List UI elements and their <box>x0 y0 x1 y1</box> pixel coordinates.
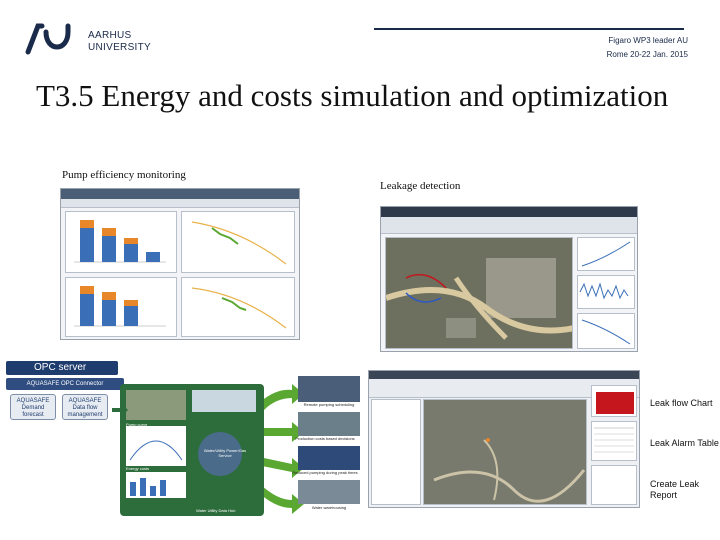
pump-bar-panel-1 <box>65 211 177 273</box>
leak-map-graphic <box>386 238 572 348</box>
green-arrow <box>262 458 304 478</box>
annotation-leak-flow-chart: Leak flow Chart <box>650 398 713 408</box>
leak-app-titlebar <box>369 371 639 379</box>
photo-label-4: Water warehousing <box>311 505 347 510</box>
photo-remote-pumping <box>298 376 360 402</box>
header-right-line1: Figaro WP3 leader AU <box>608 36 688 45</box>
pump-monitor-screenshot <box>60 188 300 340</box>
bar-blue <box>146 252 160 262</box>
opc-center-label-line2: Service <box>218 453 232 458</box>
pump-curve-chart-2 <box>191 287 287 329</box>
leak-chart-3 <box>577 313 635 349</box>
header-rule <box>374 28 684 30</box>
leak-alarm-table-panel <box>591 421 637 461</box>
opc-data-flow-box: AQUASAFE Data flow management <box>62 394 108 420</box>
photo-label-3: Reduced pumping during peak times <box>292 470 358 475</box>
bar-blue <box>102 300 116 326</box>
leak-app-map <box>423 399 587 505</box>
opc-chart-label-2: Energy costs <box>126 466 150 471</box>
university-name: AARHUS UNIVERSITY <box>88 30 151 54</box>
leak-app-screenshot <box>368 370 640 508</box>
pump-curve-panel-2 <box>181 277 295 337</box>
opc-demand-forecast-box: AQUASAFE Demand forecast <box>10 394 56 420</box>
university-name-line2: UNIVERSITY <box>88 42 152 53</box>
pump-bar-chart-2 <box>74 286 166 327</box>
bar-orange <box>102 228 116 236</box>
opc-map-thumbnail <box>126 390 186 420</box>
photo-label-1: Remote pumping scheduling <box>303 402 355 407</box>
leak-chart-2 <box>577 275 635 309</box>
leak-flow-chart-plot <box>596 392 634 414</box>
caption-pump: Pump efficiency monitoring <box>62 169 186 181</box>
bar-orange <box>102 292 116 300</box>
pump-window-titlebar <box>61 189 299 199</box>
photo-production-costs <box>298 412 360 436</box>
bar-blue <box>124 306 138 326</box>
opc-pump-curve-chart <box>126 426 186 466</box>
annotation-leak-alarm-table: Leak Alarm Table <box>650 438 719 448</box>
header-right-line2: Rome 20-22 Jan. 2015 <box>606 50 688 59</box>
aarhus-university-logo <box>25 23 71 55</box>
pump-curve-chart-1 <box>191 221 287 265</box>
bar-blue <box>124 244 138 262</box>
leak-app-tree-panel <box>371 399 421 505</box>
leakage-detection-screenshot <box>380 206 638 352</box>
annotation-create-leak-report: Create Leak Report <box>650 479 700 500</box>
caption-leakage: Leakage detection <box>380 180 461 192</box>
opc-architecture-graphic <box>112 376 360 516</box>
opc-footer-label: Water Utility Data Hub <box>196 508 236 513</box>
university-name-line1: AARHUS <box>88 30 132 41</box>
photo-label-2: Production costs based decisions <box>295 436 355 441</box>
photo-reduced-pumping <box>298 446 360 470</box>
opc-server-label: OPC server <box>6 361 118 375</box>
pump-bar-chart-1 <box>74 220 166 263</box>
bar-blue <box>80 294 94 326</box>
leak-window-toolbar <box>381 217 637 234</box>
leak-chart-1 <box>577 237 635 271</box>
bar-blue <box>102 236 116 262</box>
opc-dashboard-thumbnail <box>192 390 256 412</box>
bar-orange <box>124 300 138 306</box>
opc-chart-label-1: Pump curve <box>126 422 148 427</box>
leak-satellite-map <box>385 237 573 349</box>
opc-center-label: Water/Utility Power/Gas Service <box>188 448 262 458</box>
leak-window-titlebar <box>381 207 637 217</box>
pump-bar-panel-2 <box>65 277 177 337</box>
leak-flow-chart-panel <box>591 385 637 417</box>
pump-window-toolbar <box>61 199 299 208</box>
bar-orange <box>80 220 94 228</box>
header-right: Figaro WP3 leader AU Rome 20-22 Jan. 201… <box>560 34 688 62</box>
photo-water-warehousing <box>298 480 360 504</box>
opc-connector-label: AQUASAFE OPC Connector <box>6 378 124 390</box>
bar-orange <box>124 238 138 244</box>
bar-blue <box>80 228 94 262</box>
pump-curve-panel-1 <box>181 211 295 273</box>
bar-orange <box>80 286 94 294</box>
leak-report-panel <box>591 465 637 505</box>
slide-title: T3.5 Energy and costs simulation and opt… <box>36 78 669 113</box>
